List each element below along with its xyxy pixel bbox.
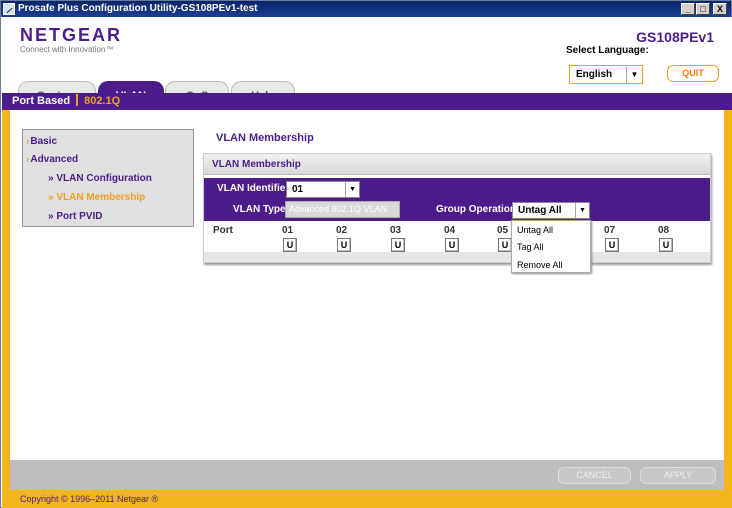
netgear-logo: NETGEAR <box>20 25 123 45</box>
language-select[interactable]: English ▼ <box>569 65 643 84</box>
chevron-down-icon: ▼ <box>345 182 359 197</box>
language-label: Select Language: <box>566 45 649 56</box>
quit-button[interactable]: QUIT <box>667 65 719 82</box>
panel-title: VLAN Membership <box>204 154 710 175</box>
port-number: 07 <box>604 225 616 236</box>
port-membership-button[interactable]: U <box>337 238 351 252</box>
group-operation-select[interactable]: Untag All ▼ <box>512 202 590 219</box>
minimize-button[interactable]: _ <box>681 3 695 15</box>
content-frame: ›Basic ›Advanced » VLAN Configuration » … <box>2 110 732 490</box>
subnav-port-based[interactable]: Port Based <box>12 95 70 107</box>
port-membership-button[interactable]: U <box>445 238 459 252</box>
window-title: Prosafe Plus Configuration Utility-GS108… <box>18 3 258 14</box>
action-bar: CANCEL APPLY <box>10 460 724 490</box>
tagline: Connect with Innovation™ <box>20 45 114 54</box>
menu-item-vlan-membership[interactable]: » VLAN Membership <box>48 192 145 203</box>
port-number: 01 <box>282 225 294 236</box>
apply-button[interactable]: APPLY <box>640 467 716 484</box>
header: NETGEAR Connect with Innovation™ GS108PE… <box>2 17 732 110</box>
page-title: VLAN Membership <box>216 132 314 144</box>
subnav-divider <box>76 94 79 106</box>
left-menu: ›Basic ›Advanced » VLAN Configuration » … <box>22 129 194 227</box>
port-membership-button[interactable]: U <box>391 238 405 252</box>
app-window: Prosafe Plus Configuration Utility-GS108… <box>0 0 732 508</box>
menu-item-vlan-configuration[interactable]: » VLAN Configuration <box>48 173 152 184</box>
menu-item-advanced[interactable]: ›Advanced <box>26 154 78 165</box>
vlan-identifier-select[interactable]: 01 ▼ <box>286 181 360 198</box>
dropdown-option-remove-all[interactable]: Remove All <box>517 260 563 270</box>
port-grid-footer <box>204 252 710 262</box>
title-bar: Prosafe Plus Configuration Utility-GS108… <box>1 1 731 17</box>
group-operation-value: Untag All <box>518 205 562 216</box>
port-number: 08 <box>658 225 670 236</box>
chevron-down-icon: ▼ <box>626 66 642 83</box>
port-label: Port <box>213 225 233 236</box>
menu-item-port-pvid[interactable]: » Port PVID <box>48 211 102 222</box>
port-membership-button[interactable]: U <box>605 238 619 252</box>
model-name: GS108PEv1 <box>636 29 714 45</box>
arrow-icon: › <box>26 136 30 147</box>
dropdown-option-tag-all[interactable]: Tag All <box>517 242 544 252</box>
vlan-type-field: Advanced 802.1Q VLAN <box>285 201 400 218</box>
vlan-identifier-row: VLAN Identifier 01 ▼ <box>204 178 710 199</box>
port-number: 02 <box>336 225 348 236</box>
cancel-button[interactable]: CANCEL <box>558 467 631 484</box>
port-membership-button[interactable]: U <box>659 238 673 252</box>
app-icon <box>3 3 15 15</box>
vlan-type-label: VLAN Type <box>233 204 286 215</box>
arrow-icon: › <box>26 154 30 165</box>
port-membership-button[interactable]: U <box>498 238 512 252</box>
menu-item-basic[interactable]: ›Basic <box>26 136 57 147</box>
port-grid: Port 01 02 03 04 05 06 07 08 U U U U U U… <box>204 221 710 262</box>
vlan-identifier-value: 01 <box>292 184 304 195</box>
port-number: 05 <box>497 225 509 236</box>
port-membership-button[interactable]: U <box>283 238 297 252</box>
vlan-identifier-label: VLAN Identifier <box>217 183 290 194</box>
group-operation-label: Group Operation <box>436 204 516 215</box>
dropdown-option-untag-all[interactable]: Untag All <box>517 225 553 235</box>
chevron-down-icon: ▼ <box>575 203 589 218</box>
subnav-8021q[interactable]: 802.1Q <box>84 95 120 107</box>
content-area: ›Basic ›Advanced » VLAN Configuration » … <box>10 110 724 460</box>
port-number: 03 <box>390 225 402 236</box>
vlan-membership-panel: VLAN Membership VLAN Identifier 01 ▼ VLA… <box>203 153 711 263</box>
footer-copyright: Copyright © 1996–2011 Netgear ® <box>2 490 732 508</box>
close-button[interactable]: X <box>713 3 727 15</box>
maximize-button[interactable]: □ <box>696 3 710 15</box>
sub-navigation: Port Based 802.1Q <box>2 93 732 110</box>
group-operation-dropdown: Untag All Tag All Remove All <box>511 220 591 273</box>
vlan-type-row: VLAN Type Advanced 802.1Q VLAN Group Ope… <box>204 199 710 221</box>
port-number: 04 <box>444 225 456 236</box>
language-value: English <box>576 69 613 80</box>
